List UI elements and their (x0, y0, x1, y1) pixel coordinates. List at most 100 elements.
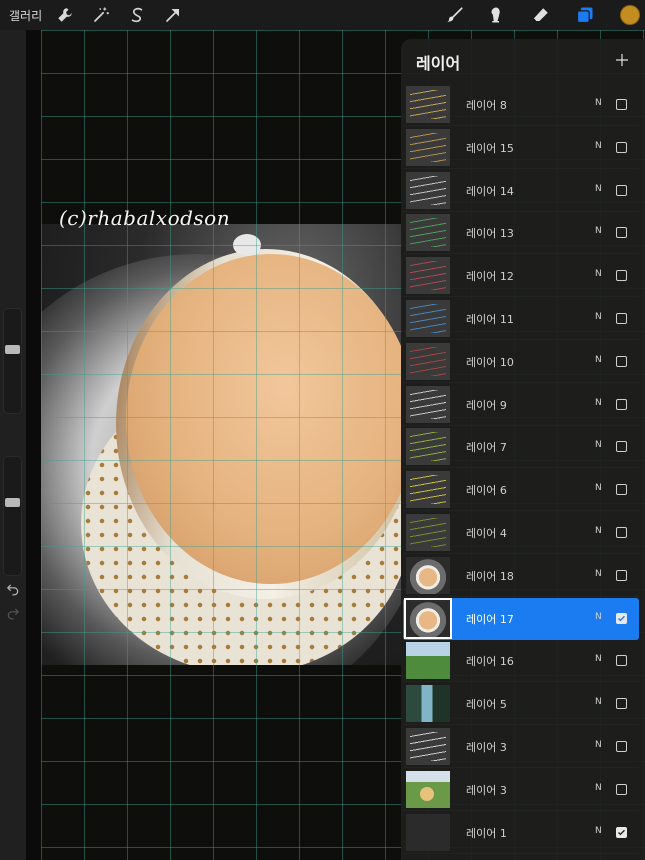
layer-row[interactable]: 레이어 5 N (403, 683, 639, 726)
layer-name: 레이어 13 (466, 227, 514, 241)
undo-icon[interactable] (4, 580, 22, 598)
layer-thumbnail (404, 597, 452, 639)
layer-visibility-checkbox[interactable] (616, 655, 627, 667)
layer-thumbnail (406, 342, 450, 380)
layer-thumbnail (406, 86, 450, 123)
layer-row[interactable]: 레이어 17 N (403, 597, 639, 640)
layer-visibility-checkbox[interactable] (616, 698, 627, 710)
layer-name: 레이어 3 (466, 783, 507, 797)
layer-blend-mode-button[interactable]: N (595, 526, 602, 536)
layer-blend-mode-button[interactable]: N (595, 184, 602, 194)
layer-row[interactable]: 레이어 11 N (403, 298, 639, 340)
add-layer-button[interactable] (611, 49, 633, 71)
layer-visibility-checkbox[interactable] (616, 741, 627, 752)
opacity-handle[interactable] (5, 498, 20, 507)
layer-visibility-checkbox[interactable] (616, 355, 627, 367)
layer-name: 레이어 16 (466, 655, 514, 669)
layer-visibility-checkbox[interactable] (616, 826, 627, 838)
layer-blend-mode-button[interactable]: N (595, 654, 602, 664)
layer-blend-mode-button[interactable]: N (595, 355, 602, 365)
layer-visibility-checkbox[interactable] (616, 527, 627, 538)
layer-row[interactable]: 레이어 14 N (403, 170, 639, 212)
layer-visibility-checkbox[interactable] (616, 441, 627, 453)
layer-visibility-checkbox[interactable] (616, 484, 627, 496)
brush-icon[interactable] (445, 5, 465, 25)
redo-icon[interactable] (4, 604, 22, 622)
plus-icon (616, 54, 628, 66)
layer-blend-mode-button[interactable]: N (595, 398, 602, 408)
layer-row[interactable]: 레이어 4 N (403, 512, 639, 554)
layer-name: 레이어 15 (466, 141, 514, 155)
layer-thumbnail (406, 813, 450, 851)
layer-name: 레이어 9 (466, 398, 507, 412)
layer-name: 레이어 4 (466, 527, 507, 540)
layer-row[interactable]: 레이어 16 N (403, 640, 639, 683)
layer-blend-mode-button[interactable]: N (595, 98, 602, 108)
layer-visibility-checkbox[interactable] (616, 612, 627, 624)
layer-visibility-checkbox[interactable] (616, 398, 627, 410)
layer-visibility-checkbox[interactable] (616, 270, 627, 282)
watermark-text: (c)rhabalxodson (59, 206, 231, 230)
layers-panel-title: 레이어 (416, 54, 461, 73)
layer-thumbnail (406, 300, 450, 337)
layer-thumbnail (406, 728, 450, 765)
layer-row[interactable]: 레이어 1 N (403, 812, 639, 854)
layer-row[interactable]: 레이어 7 N (403, 426, 639, 469)
eraser-icon[interactable] (531, 5, 551, 25)
layer-thumbnail (406, 385, 450, 423)
layer-thumbnail (406, 257, 450, 295)
layer-name: 레이어 11 (466, 313, 514, 326)
layer-blend-mode-button[interactable]: N (595, 697, 602, 707)
brush-size-slider[interactable] (3, 308, 22, 414)
brush-size-handle[interactable] (5, 345, 20, 354)
layer-blend-mode-button[interactable]: N (595, 141, 602, 151)
layer-blend-mode-button[interactable]: N (595, 826, 602, 836)
layer-name: 레이어 8 (466, 99, 507, 112)
layer-visibility-checkbox[interactable] (616, 141, 627, 153)
layer-thumbnail (406, 428, 450, 466)
layer-name: 레이어 3 (466, 741, 507, 754)
layer-thumbnail (406, 128, 450, 166)
top-toolbar: 갤러리 (0, 0, 645, 30)
left-sidebar (0, 30, 26, 860)
layer-blend-mode-button[interactable]: N (595, 269, 602, 279)
layer-row[interactable]: 레이어 15 N (403, 127, 639, 169)
transform-arrow-icon[interactable] (163, 5, 183, 25)
smudge-icon[interactable] (486, 5, 506, 25)
layer-row[interactable]: 레이어 12 N (403, 255, 639, 298)
layer-visibility-checkbox[interactable] (616, 184, 627, 196)
layer-row[interactable]: 레이어 10 N (403, 341, 639, 383)
opacity-slider[interactable] (3, 456, 22, 576)
layer-thumbnail (406, 514, 450, 551)
layer-row[interactable]: 레이어 3 N (403, 726, 639, 768)
layer-visibility-checkbox[interactable] (616, 569, 627, 581)
layer-name: 레이어 6 (466, 484, 507, 498)
layer-thumbnail (406, 556, 450, 594)
layer-blend-mode-button[interactable]: N (595, 612, 602, 622)
layer-visibility-checkbox[interactable] (616, 227, 627, 239)
layer-row[interactable]: 레이어 9 N (403, 384, 639, 426)
layer-row[interactable]: 레이어 18 N (403, 555, 639, 597)
layer-blend-mode-button[interactable]: N (595, 226, 602, 236)
layer-row[interactable]: 레이어 13 N (403, 212, 639, 255)
layer-blend-mode-button[interactable]: N (595, 783, 602, 793)
layer-row[interactable]: 레이어 3 N (403, 769, 639, 811)
magic-wand-icon[interactable] (91, 5, 111, 25)
layer-row[interactable]: 레이어 6 N (403, 469, 639, 512)
layer-visibility-checkbox[interactable] (616, 99, 627, 110)
layer-blend-mode-button[interactable]: N (595, 440, 602, 450)
layer-blend-mode-button[interactable]: N (595, 483, 602, 493)
layer-blend-mode-button[interactable]: N (595, 569, 602, 579)
gallery-button[interactable]: 갤러리 (9, 7, 42, 24)
layer-name: 레이어 17 (466, 612, 514, 626)
layer-row[interactable]: 레이어 8 N (403, 84, 639, 126)
checkmark-icon (618, 615, 625, 621)
layer-visibility-checkbox[interactable] (616, 783, 627, 795)
layer-visibility-checkbox[interactable] (616, 313, 627, 324)
layer-blend-mode-button[interactable]: N (595, 740, 602, 750)
selection-icon[interactable] (127, 5, 147, 25)
layer-blend-mode-button[interactable]: N (595, 312, 602, 322)
color-picker-swatch[interactable] (620, 5, 640, 25)
wrench-icon[interactable] (55, 5, 75, 25)
layers-icon[interactable] (575, 5, 595, 25)
